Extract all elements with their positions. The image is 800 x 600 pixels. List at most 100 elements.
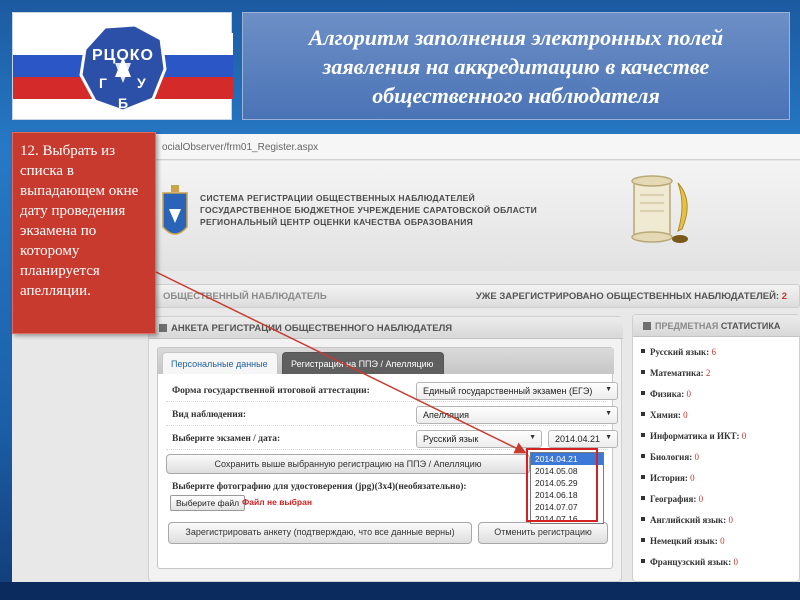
stat-item: Немецкий язык: 0 [641,536,725,546]
attestation-label: Форма государственной итоговой аттестаци… [172,386,370,396]
registered-count-label: УЖЕ ЗАРЕГИСТРИРОВАНО ОБЩЕСТВЕННЫХ НАБЛЮД… [475,291,780,302]
bullet-icon [641,349,645,353]
logo-letter: Б [118,95,129,111]
bullet-icon [641,475,645,479]
registered-count: УЖЕ ЗАРЕГИСТРИРОВАНО ОБЩЕСТВЕННЫХ НАБЛЮД… [476,291,787,302]
panel-square-icon [159,324,167,332]
stats-panel-title: ПРЕДМЕТНАЯ СТАТИСТИКА [633,315,800,337]
stat-subject: Английский язык: [650,515,727,525]
stat-count: 6 [711,347,716,357]
bullet-icon [641,454,645,458]
attestation-row: Форма государственной итоговой аттестаци… [166,380,618,402]
file-status: Файл не выбран [242,497,312,507]
tab-personal-data[interactable]: Персональные данные [162,352,278,374]
stat-count: 0 [728,515,733,525]
stat-subject: География: [650,494,697,504]
stat-subject: Математика: [650,368,704,378]
attestation-select-value: Единый государственный экзамен (ЕГЭ) [423,386,593,396]
bullet-icon [641,433,645,437]
stat-subject: Физика: [650,389,685,399]
stat-subject: Информатика и ИКТ: [650,431,740,441]
stat-subject: Немецкий язык: [650,536,718,546]
save-registration-button[interactable]: Сохранить выше выбранную регистрацию на … [166,454,530,474]
submit-registration-button[interactable]: Зарегистрировать анкету (подтверждаю, чт… [168,522,472,544]
chevron-down-icon: ▼ [529,434,536,441]
stat-count: 0 [720,536,725,546]
stat-subject: Биология: [650,452,693,462]
stat-item: Физика: 0 [641,389,691,399]
stat-count: 0 [733,557,738,567]
stat-subject: Французский язык: [650,557,732,567]
role-label: ОБЩЕСТВЕННЫЙ НАБЛЮДАТЕЛЬ [163,291,327,302]
stat-item: Английский язык: 0 [641,515,733,525]
chevron-down-icon: ▼ [605,434,612,441]
stat-count: 0 [741,431,747,441]
stat-count: 0 [683,410,688,420]
exam-select-value: Русский язык [423,434,479,444]
logo-letter: Г [99,75,107,91]
stat-item: Французский язык: 0 [641,557,738,567]
form-panel-title: АНКЕТА РЕГИСТРАЦИИ ОБЩЕСТВЕННОГО НАБЛЮДА… [149,317,623,339]
tab-registration-appeal[interactable]: Регистрация на ППЭ / Апелляцию [282,352,444,374]
bullet-icon [641,538,645,542]
bullet-icon [641,391,645,395]
organization-name: СИСТЕМА РЕГИСТРАЦИИ ОБЩЕСТВЕННЫХ НАБЛЮДА… [200,192,537,228]
dropdown-highlight [526,448,598,522]
exam-row: Выберите экзамен / дата: Русский язык ▼ … [166,428,618,450]
exam-label: Выберите экзамен / дата: [172,434,281,444]
stat-subject: История: [650,473,688,483]
form-panel-title-text: АНКЕТА РЕГИСТРАЦИИ ОБЩЕСТВЕННОГО НАБЛЮДА… [171,323,453,334]
subject-statistics-panel: ПРЕДМЕТНАЯ СТАТИСТИКА Русский язык: 6 Ма… [632,314,800,582]
observation-select[interactable]: Апелляция ▼ [416,406,618,424]
stat-item: Информатика и ИКТ: 0 [641,431,746,441]
stats-title-accent: ПРЕДМЕТНАЯ [655,321,719,331]
stat-item: Математика: 2 [641,368,710,378]
logo-text: РЦОКО [91,47,154,64]
slide-footer-bar [0,582,800,600]
stat-count: 0 [686,389,692,399]
instruction-text: 12. Выбрать из списка в выпадающем окне … [20,143,139,299]
bullet-icon [641,370,645,374]
stat-count: 2 [705,368,711,378]
observation-label: Вид наблюдения: [172,410,247,420]
coat-of-arms-icon [162,185,188,235]
stat-count: 0 [694,452,699,462]
stats-title-rest: СТАТИСТИКА [720,321,781,331]
stat-subject: Химия: [650,410,681,420]
stat-item: История: 0 [641,473,695,483]
date-select[interactable]: 2014.04.21 ▼ [548,430,618,448]
photo-label: Выберите фотографию для удостоверения (j… [172,482,467,492]
org-line: ГОСУДАРСТВЕННОЕ БЮДЖЕТНОЕ УЧРЕЖДЕНИЕ САР… [200,205,537,215]
exam-select[interactable]: Русский язык ▼ [416,430,542,448]
logo-letter: У [137,75,146,91]
bullet-icon [641,517,645,521]
observation-row: Вид наблюдения: Апелляция ▼ [166,404,618,426]
bullet-icon [641,559,645,563]
tabs-header: Персональные данные Регистрация на ППЭ /… [158,348,614,374]
bullet-icon [641,496,645,500]
stat-count: 0 [690,473,695,483]
stat-count: 0 [698,494,704,504]
org-line: РЕГИОНАЛЬНЫЙ ЦЕНТР ОЦЕНКИ КАЧЕСТВА ОБРАЗ… [200,217,474,227]
panel-square-icon [643,322,651,330]
slide-title: Алгоритм заполнения электронных полей за… [308,24,724,108]
date-select-value: 2014.04.21 [555,434,601,444]
status-strip: ОБЩЕСТВЕННЫЙ НАБЛЮДАТЕЛЬ УЖЕ ЗАРЕГИСТРИР… [148,284,800,308]
stat-item: Биология: 0 [641,452,699,462]
chevron-down-icon: ▼ [605,410,612,417]
org-line: СИСТЕМА РЕГИСТРАЦИИ ОБЩЕСТВЕННЫХ НАБЛЮДА… [200,193,476,203]
chevron-down-icon: ▼ [605,386,612,393]
stat-item: География: 0 [641,494,703,504]
choose-file-button[interactable]: Выберите файл [170,495,246,511]
stat-item: Химия: 0 [641,410,688,420]
scroll-quill-icon [631,175,688,243]
cancel-registration-button[interactable]: Отменить регистрацию [478,522,608,544]
rcoko-logo: РЦОКО Г У Б [12,12,233,120]
logo-badge: РЦОКО Г У Б [75,19,171,115]
observation-select-value: Апелляция [423,410,470,420]
slide-title-banner: Алгоритм заполнения электронных полей за… [242,12,790,120]
attestation-select[interactable]: Единый государственный экзамен (ЕГЭ) ▼ [416,382,618,400]
bullet-icon [641,412,645,416]
registered-count-value: 2 [781,291,787,302]
stat-subject: Русский язык: [650,347,710,357]
